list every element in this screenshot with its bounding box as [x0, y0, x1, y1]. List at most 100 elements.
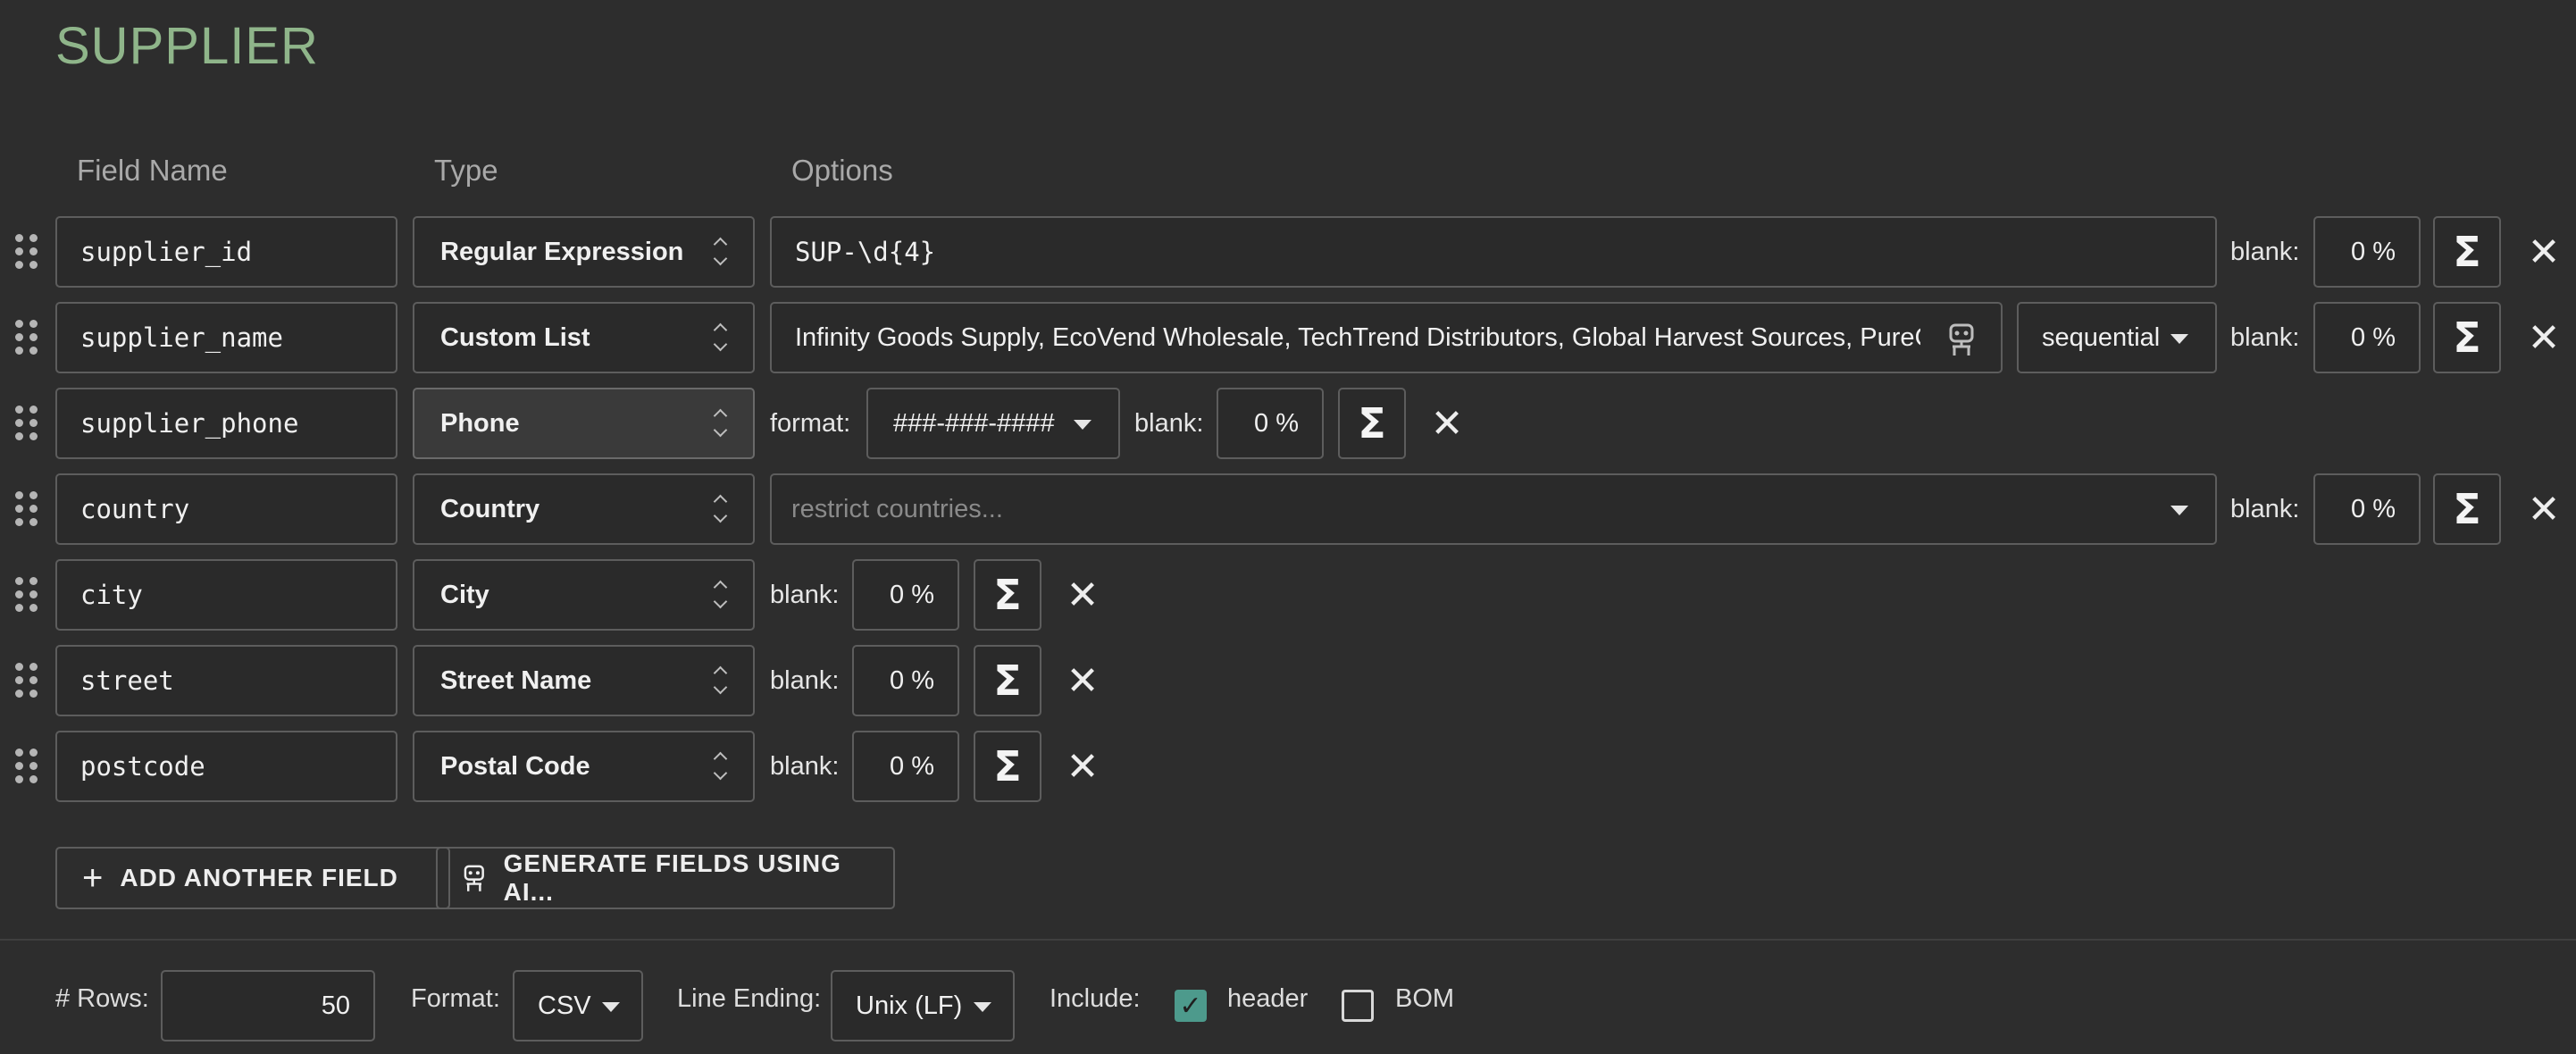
- blank-percent-input[interactable]: 0 %: [852, 731, 959, 802]
- blank-label: blank:: [770, 580, 840, 609]
- field-type-select[interactable]: City: [413, 559, 755, 631]
- field-type-label: Country: [440, 494, 540, 523]
- field-type-select[interactable]: Country: [413, 473, 755, 545]
- field-type-select[interactable]: Regular Expression: [413, 216, 755, 288]
- blank-percent-input[interactable]: 0 %: [2313, 473, 2421, 545]
- sigma-icon[interactable]: Σ: [974, 559, 1041, 631]
- line-ending-label: Line Ending:: [677, 983, 822, 1013]
- restrict-countries-select[interactable]: restrict countries...: [770, 473, 2217, 545]
- field-name-input[interactable]: supplier_id: [55, 216, 397, 288]
- sigma-icon[interactable]: Σ: [974, 645, 1041, 716]
- add-field-label: ADD ANOTHER FIELD: [120, 864, 398, 891]
- blank-label: blank:: [1134, 408, 1204, 438]
- blank-label: blank:: [770, 751, 840, 781]
- sigma-icon[interactable]: Σ: [1338, 388, 1406, 459]
- select-arrows-icon: [712, 320, 728, 356]
- chevron-down-icon: [974, 1002, 991, 1012]
- close-icon[interactable]: ✕: [1063, 559, 1102, 631]
- field-name-input[interactable]: country: [55, 473, 397, 545]
- field-type-select[interactable]: Custom List: [413, 302, 755, 373]
- select-arrows-icon: [712, 491, 728, 527]
- blank-label: blank:: [770, 665, 840, 695]
- phone-format-value: ###-###-####: [893, 408, 1055, 438]
- field-name-input[interactable]: supplier_name: [55, 302, 397, 373]
- sigma-icon[interactable]: Σ: [2433, 216, 2501, 288]
- header-checkbox[interactable]: ✓: [1175, 990, 1207, 1022]
- blank-percent-input[interactable]: 0 %: [2313, 216, 2421, 288]
- field-type-label: Custom List: [440, 322, 590, 352]
- phone-format-select[interactable]: ###-###-####: [866, 388, 1120, 459]
- order-value: sequential: [2042, 322, 2161, 352]
- file-format-select[interactable]: CSV: [513, 970, 643, 1041]
- custom-list-input[interactable]: Infinity Goods Supply, EcoVend Wholesale…: [770, 302, 2003, 373]
- robot-icon: [464, 865, 484, 891]
- select-arrows-icon: [712, 577, 728, 613]
- drag-handle-icon[interactable]: [13, 404, 40, 443]
- field-type-label: Postal Code: [440, 751, 590, 781]
- blank-label: blank:: [2230, 494, 2300, 523]
- field-type-label: Regular Expression: [440, 237, 684, 266]
- chevron-down-icon: [1074, 420, 1091, 430]
- column-header-field-name: Field Name: [77, 154, 228, 187]
- chevron-down-icon: [2170, 506, 2188, 515]
- drag-handle-icon[interactable]: [13, 232, 40, 272]
- chevron-down-icon: [2170, 334, 2188, 344]
- blank-percent-input[interactable]: 0 %: [1217, 388, 1324, 459]
- close-icon[interactable]: ✕: [2524, 302, 2563, 373]
- close-icon[interactable]: ✕: [2524, 473, 2563, 545]
- field-name-input[interactable]: street: [55, 645, 397, 716]
- rows-count-input[interactable]: 50: [161, 970, 375, 1041]
- blank-label: blank:: [2230, 237, 2300, 266]
- line-ending-select[interactable]: Unix (LF): [831, 970, 1015, 1041]
- restrict-countries-placeholder: restrict countries...: [791, 494, 1003, 523]
- sigma-icon[interactable]: Σ: [2433, 473, 2501, 545]
- bom-checkbox-label: BOM: [1395, 983, 1455, 1013]
- blank-percent-input[interactable]: 0 %: [2313, 302, 2421, 373]
- order-select[interactable]: sequential: [2017, 302, 2217, 373]
- drag-handle-icon[interactable]: [13, 661, 40, 700]
- drag-handle-icon[interactable]: [13, 575, 40, 615]
- blank-percent-input[interactable]: 0 %: [852, 559, 959, 631]
- select-arrows-icon: [712, 234, 728, 270]
- field-type-select[interactable]: Street Name: [413, 645, 755, 716]
- header-checkbox-label: header: [1227, 983, 1309, 1013]
- field-type-label: Street Name: [440, 665, 592, 695]
- field-type-select[interactable]: Phone: [413, 388, 755, 459]
- plus-icon: +: [82, 857, 105, 898]
- regex-input[interactable]: SUP-\d{4}: [770, 216, 2217, 288]
- select-arrows-icon: [712, 749, 728, 784]
- line-ending-value: Unix (LF): [856, 991, 963, 1020]
- chevron-down-icon: [602, 1002, 620, 1012]
- close-icon[interactable]: ✕: [1063, 731, 1102, 802]
- format-label: Format:: [411, 983, 500, 1013]
- blank-percent-input[interactable]: 0 %: [852, 645, 959, 716]
- sigma-icon[interactable]: Σ: [2433, 302, 2501, 373]
- field-type-select[interactable]: Postal Code: [413, 731, 755, 802]
- close-icon[interactable]: ✕: [2524, 216, 2563, 288]
- generate-ai-label: GENERATE FIELDS USING AI...: [503, 849, 841, 906]
- add-field-button[interactable]: + ADD ANOTHER FIELD: [55, 847, 450, 909]
- file-format-value: CSV: [538, 991, 591, 1020]
- field-type-label: Phone: [440, 408, 520, 438]
- drag-handle-icon[interactable]: [13, 489, 40, 529]
- blank-label: blank:: [2230, 322, 2300, 352]
- bom-checkbox[interactable]: [1342, 990, 1374, 1022]
- close-icon[interactable]: ✕: [1427, 388, 1467, 459]
- drag-handle-icon[interactable]: [13, 747, 40, 786]
- column-header-type: Type: [434, 154, 498, 187]
- rows-label: # Rows:: [55, 983, 149, 1013]
- sigma-icon[interactable]: Σ: [974, 731, 1041, 802]
- generate-ai-button[interactable]: GENERATE FIELDS USING AI...: [436, 847, 895, 909]
- include-label: Include:: [1050, 983, 1141, 1013]
- checkmark-icon: ✓: [1179, 991, 1202, 1021]
- close-icon[interactable]: ✕: [1063, 645, 1102, 716]
- select-arrows-icon: [712, 663, 728, 698]
- field-name-input[interactable]: supplier_phone: [55, 388, 397, 459]
- drag-handle-icon[interactable]: [13, 318, 40, 357]
- field-name-input[interactable]: city: [55, 559, 397, 631]
- field-name-input[interactable]: postcode: [55, 731, 397, 802]
- robot-icon[interactable]: [1945, 322, 1978, 357]
- column-header-options: Options: [791, 154, 893, 187]
- format-label: format:: [770, 408, 851, 438]
- custom-list-values: Infinity Goods Supply, EcoVend Wholesale…: [795, 322, 1920, 352]
